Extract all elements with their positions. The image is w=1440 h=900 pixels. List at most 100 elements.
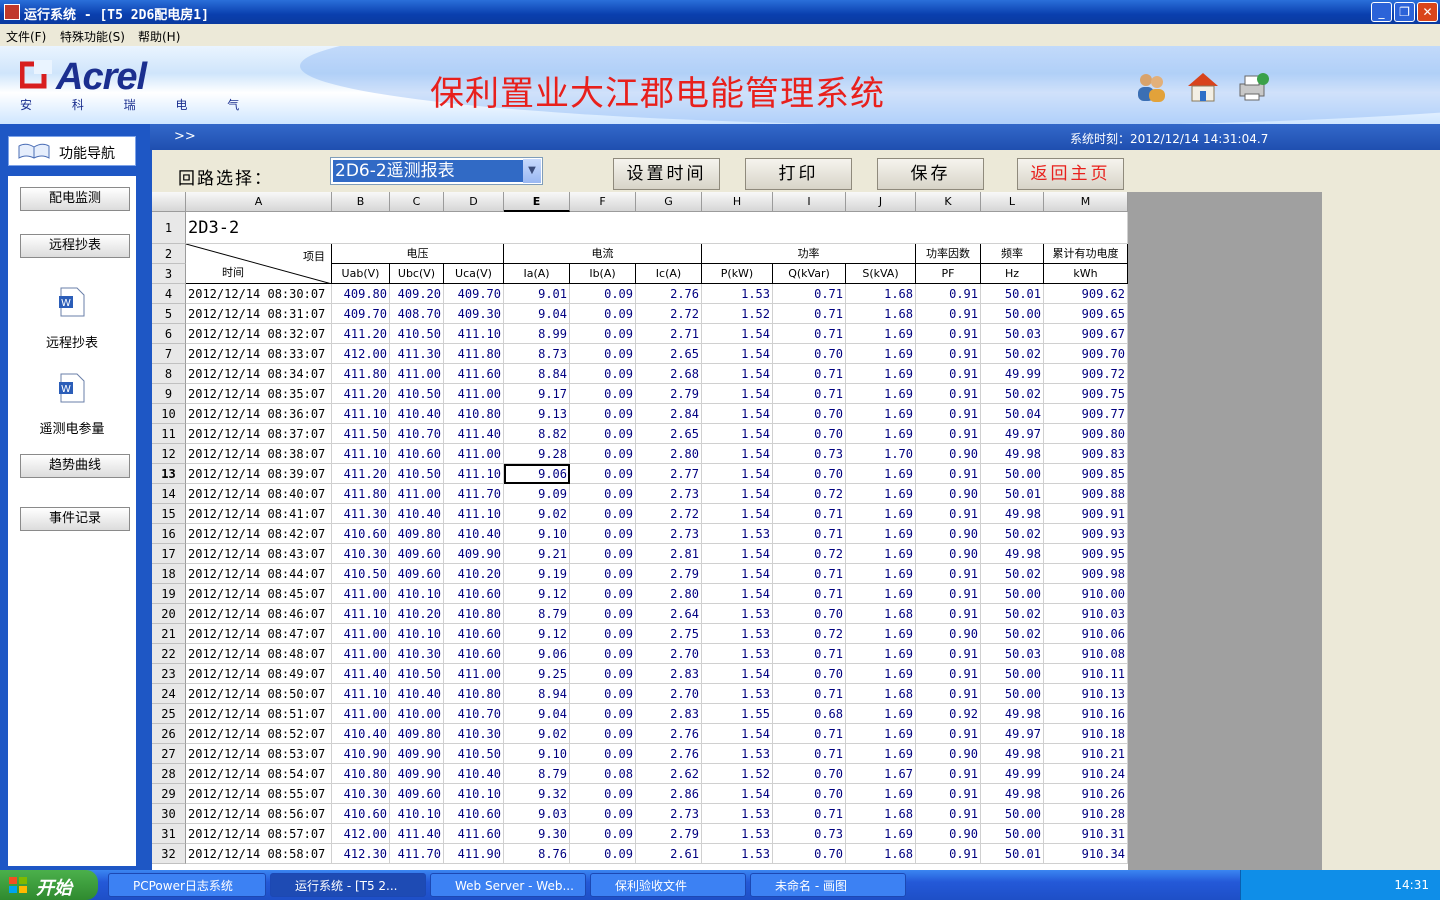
value-cell[interactable]: 50.00	[981, 464, 1044, 484]
value-cell[interactable]: 0.09	[570, 844, 636, 864]
value-cell[interactable]: 2.76	[636, 284, 702, 304]
value-cell[interactable]: 1.54	[702, 724, 773, 744]
value-cell[interactable]: 410.40	[390, 504, 444, 524]
value-cell[interactable]: 409.30	[444, 304, 504, 324]
value-cell[interactable]: 50.02	[981, 344, 1044, 364]
value-cell[interactable]: 411.30	[332, 504, 390, 524]
value-cell[interactable]: 50.00	[981, 304, 1044, 324]
row-header[interactable]: 2	[152, 244, 186, 264]
value-cell[interactable]: 9.28	[504, 444, 570, 464]
value-cell[interactable]: 1.69	[846, 324, 916, 344]
column-header[interactable]: I	[773, 192, 846, 212]
value-cell[interactable]: 412.00	[332, 344, 390, 364]
value-cell[interactable]: 411.10	[444, 464, 504, 484]
value-cell[interactable]: 0.90	[916, 444, 981, 464]
close-button[interactable]: ✕	[1417, 2, 1438, 22]
value-cell[interactable]: 0.70	[773, 844, 846, 864]
value-cell[interactable]: 0.70	[773, 784, 846, 804]
timestamp-cell[interactable]: 2012/12/14 08:37:07	[186, 424, 332, 444]
value-cell[interactable]: 2.84	[636, 404, 702, 424]
value-cell[interactable]: 411.00	[444, 664, 504, 684]
value-cell[interactable]: 1.69	[846, 524, 916, 544]
value-cell[interactable]: 1.53	[702, 684, 773, 704]
users-icon[interactable]	[1134, 70, 1168, 104]
value-cell[interactable]: 0.91	[916, 664, 981, 684]
value-cell[interactable]: 1.68	[846, 844, 916, 864]
value-cell[interactable]: 9.01	[504, 284, 570, 304]
value-cell[interactable]: 9.12	[504, 624, 570, 644]
value-cell[interactable]: 0.70	[773, 404, 846, 424]
value-cell[interactable]: 410.50	[390, 464, 444, 484]
value-cell[interactable]: 0.71	[773, 564, 846, 584]
row-header[interactable]: 8	[152, 364, 186, 384]
value-cell[interactable]: 0.09	[570, 344, 636, 364]
value-cell[interactable]: 50.03	[981, 644, 1044, 664]
timestamp-cell[interactable]: 2012/12/14 08:34:07	[186, 364, 332, 384]
value-cell[interactable]: 2.79	[636, 384, 702, 404]
value-cell[interactable]: 410.40	[390, 404, 444, 424]
row-header[interactable]: 4	[152, 284, 186, 304]
value-cell[interactable]: 0.90	[916, 744, 981, 764]
value-cell[interactable]: 411.00	[444, 444, 504, 464]
value-cell[interactable]: 411.10	[444, 324, 504, 344]
value-cell[interactable]: 0.91	[916, 464, 981, 484]
row-header[interactable]: 26	[152, 724, 186, 744]
timestamp-cell[interactable]: 2012/12/14 08:56:07	[186, 804, 332, 824]
value-cell[interactable]: 409.70	[444, 284, 504, 304]
value-cell[interactable]: 910.08	[1044, 644, 1128, 664]
value-cell[interactable]: 0.09	[570, 464, 636, 484]
value-cell[interactable]: 8.79	[504, 764, 570, 784]
value-cell[interactable]: 410.80	[332, 764, 390, 784]
row-header[interactable]: 5	[152, 304, 186, 324]
value-cell[interactable]: 909.91	[1044, 504, 1128, 524]
value-cell[interactable]: 410.10	[390, 624, 444, 644]
value-cell[interactable]: 0.71	[773, 324, 846, 344]
value-cell[interactable]: 0.09	[570, 644, 636, 664]
row-header[interactable]: 25	[152, 704, 186, 724]
value-cell[interactable]: 9.12	[504, 584, 570, 604]
value-cell[interactable]: 0.91	[916, 764, 981, 784]
value-cell[interactable]: 411.40	[444, 424, 504, 444]
value-cell[interactable]: 411.80	[332, 364, 390, 384]
value-cell[interactable]: 2.72	[636, 504, 702, 524]
value-cell[interactable]: 910.31	[1044, 824, 1128, 844]
timestamp-cell[interactable]: 2012/12/14 08:47:07	[186, 624, 332, 644]
value-cell[interactable]: 0.09	[570, 564, 636, 584]
value-cell[interactable]: 49.98	[981, 544, 1044, 564]
value-cell[interactable]: 910.06	[1044, 624, 1128, 644]
timestamp-cell[interactable]: 2012/12/14 08:52:07	[186, 724, 332, 744]
value-cell[interactable]: 0.71	[773, 524, 846, 544]
value-cell[interactable]: 49.97	[981, 424, 1044, 444]
row-header[interactable]: 31	[152, 824, 186, 844]
value-cell[interactable]: 910.13	[1044, 684, 1128, 704]
value-cell[interactable]: 410.50	[390, 384, 444, 404]
value-cell[interactable]: 410.40	[444, 524, 504, 544]
value-cell[interactable]: 2.83	[636, 704, 702, 724]
value-cell[interactable]: 0.09	[570, 604, 636, 624]
value-cell[interactable]: 8.73	[504, 344, 570, 364]
value-cell[interactable]: 410.30	[390, 644, 444, 664]
row-header[interactable]: 13	[152, 464, 186, 484]
value-cell[interactable]: 1.53	[702, 744, 773, 764]
value-cell[interactable]: 909.70	[1044, 344, 1128, 364]
timestamp-cell[interactable]: 2012/12/14 08:42:07	[186, 524, 332, 544]
value-cell[interactable]: 0.09	[570, 804, 636, 824]
value-cell[interactable]: 0.09	[570, 304, 636, 324]
value-cell[interactable]: 0.91	[916, 564, 981, 584]
value-cell[interactable]: 410.30	[332, 544, 390, 564]
value-cell[interactable]: 0.68	[773, 704, 846, 724]
value-cell[interactable]: 409.60	[390, 544, 444, 564]
value-cell[interactable]: 1.54	[702, 544, 773, 564]
value-cell[interactable]: 0.71	[773, 304, 846, 324]
value-cell[interactable]: 410.60	[332, 524, 390, 544]
nav-trend-curve-button[interactable]: 趋势曲线	[20, 454, 130, 478]
value-cell[interactable]: 410.50	[390, 324, 444, 344]
value-cell[interactable]: 410.20	[390, 604, 444, 624]
row-header[interactable]: 30	[152, 804, 186, 824]
value-cell[interactable]: 1.54	[702, 324, 773, 344]
value-cell[interactable]: 0.91	[916, 784, 981, 804]
value-cell[interactable]: 8.84	[504, 364, 570, 384]
value-cell[interactable]: 49.98	[981, 704, 1044, 724]
value-cell[interactable]: 1.53	[702, 644, 773, 664]
chevron-down-icon[interactable]: ▼	[523, 159, 541, 183]
